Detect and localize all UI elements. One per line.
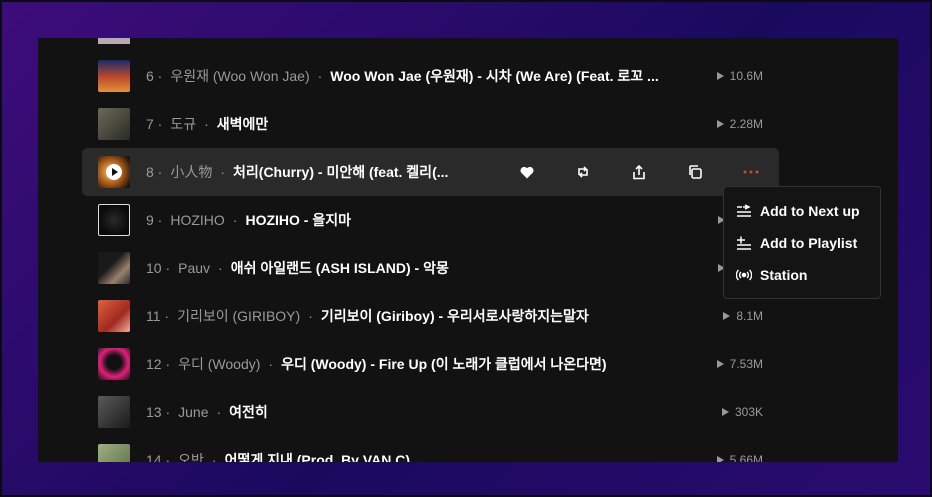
menu-item-label: Add to Playlist: [760, 235, 858, 251]
track-thumbnail: [98, 348, 130, 380]
track-rank: 9 ·: [146, 212, 163, 228]
track-artist[interactable]: June: [178, 404, 208, 420]
track-title[interactable]: 애쉬 아일랜드 (ASH ISLAND) - 악몽: [231, 258, 449, 278]
menu-item-add-to-playlist[interactable]: Add to Playlist: [724, 227, 880, 259]
play-count: 303K: [721, 405, 763, 419]
track-artist[interactable]: 오반: [178, 450, 204, 462]
track-row[interactable]: 13 · June · 여전히 303K: [82, 388, 779, 436]
playlist-add-icon: [736, 235, 752, 251]
separator: ·: [308, 308, 313, 324]
play-count: 7.53M: [716, 357, 763, 371]
track-rank: 10 ·: [146, 260, 171, 276]
track-title[interactable]: 기리보이 (Giriboy) - 우리서로사랑하지는말자: [321, 306, 589, 326]
track-row-active[interactable]: 8 · 小人物 · 처리(Churry) - 미안해 (feat. 켈리(...: [82, 148, 779, 196]
track-artist[interactable]: 도규: [170, 114, 196, 134]
play-count-icon: [716, 72, 724, 80]
track-thumbnail: [98, 252, 130, 284]
track-thumbnail: [98, 204, 130, 236]
separator: ·: [232, 212, 238, 228]
context-menu: Add to Next up Add to Playlist Station: [723, 186, 881, 299]
menu-item-label: Add to Next up: [760, 203, 860, 219]
track-row[interactable]: 12 · 우디 (Woody) · 우디 (Woody) - Fire Up (…: [82, 340, 779, 388]
track-title[interactable]: 처리(Churry) - 미안해 (feat. 켈리(...: [233, 162, 448, 182]
track-artist[interactable]: 기리보이 (GIRIBOY): [177, 306, 300, 326]
track-thumbnail: [98, 300, 130, 332]
play-icon: [112, 168, 118, 176]
track-row[interactable]: 7 · 도규 · 새벽에만 2.28M: [82, 100, 779, 148]
separator: ·: [268, 356, 274, 372]
track-thumbnail: [98, 60, 130, 92]
play-count: 2.28M: [716, 117, 763, 131]
station-icon: [736, 267, 752, 283]
copy-icon: [689, 165, 702, 179]
track-title[interactable]: 여전히: [229, 402, 268, 422]
track-artist[interactable]: 우원재 (Woo Won Jae): [170, 66, 309, 86]
track-row[interactable]: 9 · HOZIHO · HOZIHO - 을지마: [82, 196, 779, 244]
like-button[interactable]: [499, 148, 555, 196]
menu-item-label: Station: [760, 267, 808, 283]
track-artist[interactable]: Pauv: [178, 260, 210, 276]
track-rank: 12 ·: [146, 356, 171, 372]
separator: ·: [216, 404, 222, 420]
track-list-panel: 6 · 우원재 (Woo Won Jae) · Woo Won Jae (우원재…: [38, 38, 898, 462]
share-button[interactable]: [611, 148, 667, 196]
menu-item-station[interactable]: Station: [724, 259, 880, 291]
repost-button[interactable]: [555, 148, 611, 196]
play-count: 8.1M: [723, 309, 763, 323]
play-count: 10.6M: [716, 69, 763, 83]
more-icon: [743, 170, 759, 174]
app-frame: 6 · 우원재 (Woo Won Jae) · Woo Won Jae (우원재…: [0, 0, 932, 497]
separator: ·: [204, 116, 209, 132]
separator: ·: [218, 260, 223, 276]
track-artist[interactable]: HOZIHO: [170, 212, 224, 228]
copy-button[interactable]: [667, 148, 723, 196]
play-count-icon: [723, 312, 731, 320]
heart-icon: [520, 166, 534, 178]
track-thumbnail: [98, 108, 130, 140]
play-count: 5.66M: [716, 453, 763, 462]
play-button[interactable]: [106, 164, 122, 180]
play-count-icon: [721, 408, 729, 416]
track-artist[interactable]: 小人物: [170, 162, 212, 182]
separator: ·: [220, 164, 226, 180]
share-icon: [633, 164, 645, 179]
track-title[interactable]: 어떻게 지내 (Prod. By VAN.C): [225, 450, 410, 462]
track-rank: 7 ·: [146, 116, 163, 132]
track-thumbnail: [98, 444, 130, 462]
next-up-icon: [736, 203, 752, 219]
track-rank: 14 ·: [146, 452, 171, 462]
track-rank: 13 ·: [146, 404, 171, 420]
track-thumbnail: [98, 396, 130, 428]
track-title[interactable]: Woo Won Jae (우원재) - 시차 (We Are) (Feat. 로…: [330, 66, 658, 86]
track-row[interactable]: 11 · 기리보이 (GIRIBOY) · 기리보이 (Giriboy) - 우…: [82, 292, 779, 340]
track-artist[interactable]: 우디 (Woody): [178, 354, 260, 374]
track-thumbnail[interactable]: [98, 156, 130, 188]
repost-icon: [578, 166, 588, 178]
track-title[interactable]: 새벽에만: [217, 114, 269, 134]
previous-row-thumbnail: [98, 38, 130, 44]
track-row[interactable]: 14 · 오반 · 어떻게 지내 (Prod. By VAN.C) 5.66M: [82, 436, 779, 462]
track-rank: 6 ·: [146, 68, 163, 84]
track-title[interactable]: 우디 (Woody) - Fire Up (이 노래가 클럽에서 나온다면): [281, 354, 607, 374]
play-count-icon: [716, 360, 724, 368]
track-row[interactable]: 10 · Pauv · 애쉬 아일랜드 (ASH ISLAND) - 악몽: [82, 244, 779, 292]
separator: ·: [211, 452, 217, 462]
track-rank: 11 ·: [146, 308, 170, 324]
track-title[interactable]: HOZIHO - 을지마: [245, 210, 351, 230]
track-rank: 8 ·: [146, 164, 163, 180]
play-count-icon: [716, 456, 724, 462]
track-row[interactable]: 6 · 우원재 (Woo Won Jae) · Woo Won Jae (우원재…: [82, 52, 779, 100]
play-count-icon: [716, 120, 724, 128]
menu-item-add-to-next-up[interactable]: Add to Next up: [724, 195, 880, 227]
separator: ·: [317, 68, 323, 84]
